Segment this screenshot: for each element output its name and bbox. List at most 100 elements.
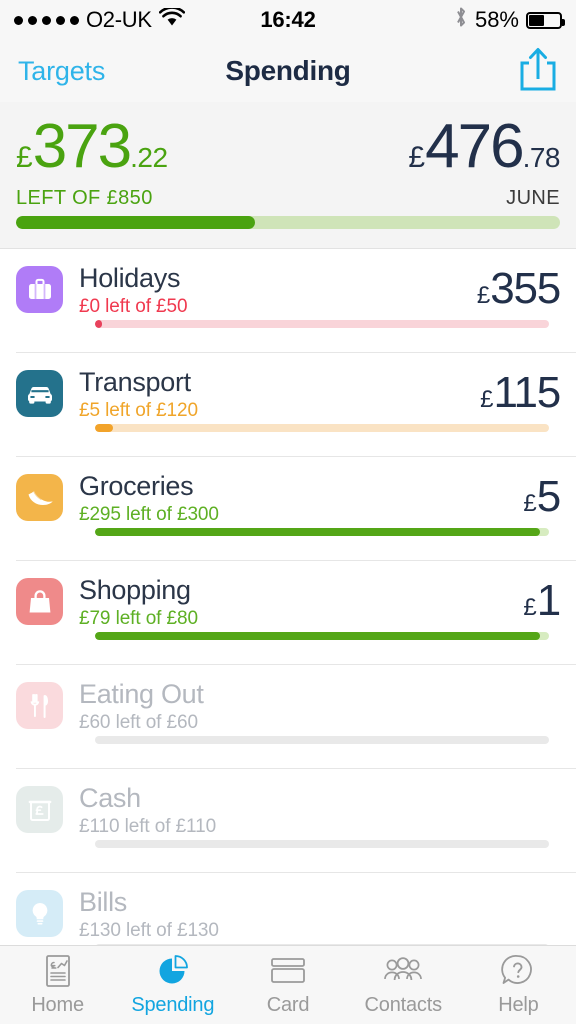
banknote-icon (16, 786, 63, 833)
category-text: Eating Out £60 left of £60 (79, 679, 560, 734)
category-progress-fill (95, 424, 114, 432)
spent-currency: £ (408, 141, 426, 174)
statement-icon (41, 953, 75, 989)
summary-progress-bar (16, 216, 560, 229)
spent-integer: 476 (425, 112, 524, 181)
banana-icon (16, 474, 63, 521)
category-row-top: Groceries £295 left of £300 £5 (16, 457, 561, 526)
category-remaining-label: £0 left of £50 (79, 296, 188, 318)
category-amount: £115 (480, 367, 561, 417)
tab-label: Home (31, 994, 84, 1016)
category-row-top: Cash £110 left of £110 (16, 769, 560, 838)
category-amount-currency: £ (480, 386, 494, 413)
category-remaining-label: £60 left of £60 (79, 712, 198, 734)
category-row[interactable]: Holidays £0 left of £50 £355 (0, 249, 576, 353)
page-title: Spending (225, 55, 351, 86)
question-bubble-icon (500, 953, 536, 989)
tab-label: Spending (131, 994, 215, 1016)
category-row[interactable]: Groceries £295 left of £300 £5 (0, 457, 576, 561)
category-list[interactable]: Holidays £0 left of £50 £355 Transport £5 le… (0, 249, 576, 945)
remaining-currency: £ (16, 141, 33, 174)
category-row-top: Bills £130 left of £130 (16, 873, 560, 942)
category-progress-fill (95, 632, 540, 640)
lightbulb-icon (16, 890, 63, 937)
category-progress-fill (95, 320, 103, 328)
category-name: Groceries (79, 471, 194, 501)
category-text: Cash £110 left of £110 (79, 783, 560, 838)
category-row[interactable]: Eating Out £60 left of £60 (0, 665, 576, 769)
tab-label: Contacts (364, 994, 443, 1016)
month-label: JUNE (506, 187, 560, 209)
suitcase-icon (16, 266, 63, 313)
category-progress-fill (95, 528, 540, 536)
share-icon[interactable] (518, 46, 558, 97)
category-name: Shopping (79, 575, 191, 605)
summary-header: £ 373 .22 LEFT OF £850 £ 476 .78 JUNE (0, 102, 576, 249)
category-name: Bills (79, 887, 128, 917)
category-amount: £5 (523, 471, 561, 521)
tab-home[interactable]: Home (0, 953, 115, 1017)
category-amount: £355 (477, 263, 561, 313)
status-bar: O2-UK 16:42 58% (0, 0, 576, 40)
category-amount-value: 1 (536, 576, 561, 625)
tab-help[interactable]: Help (461, 953, 576, 1017)
category-row[interactable]: Shopping £79 left of £80 £1 (0, 561, 576, 665)
category-progress-bar (95, 320, 549, 328)
clock-label: 16:42 (260, 7, 316, 32)
category-progress-bar (95, 840, 549, 848)
category-amount-value: 5 (536, 472, 561, 521)
category-row-top: Transport £5 left of £120 £115 (16, 353, 561, 422)
category-remaining-label: £110 left of £110 (79, 816, 217, 838)
category-text: Groceries £295 left of £300 (79, 471, 523, 526)
category-text: Shopping £79 left of £80 (79, 575, 523, 630)
people-icon (382, 953, 424, 989)
tab-spending[interactable]: Spending (115, 953, 230, 1017)
category-remaining-label: £5 left of £120 (79, 400, 198, 422)
category-row[interactable]: Cash £110 left of £110 (0, 769, 576, 873)
tab-label: Card (266, 994, 310, 1016)
tab-bar: Home Spending Card Contacts Help (0, 945, 576, 1024)
category-amount-value: 355 (490, 264, 561, 313)
tab-card[interactable]: Card (230, 953, 345, 1017)
remaining-amount: £ 373 .22 (16, 116, 168, 178)
category-progress-bar (95, 944, 549, 945)
pie-chart-icon (156, 953, 190, 989)
category-remaining-label: £130 left of £130 (79, 920, 219, 942)
spent-amount: £ 476 .78 (408, 116, 560, 178)
cutlery-icon (16, 682, 63, 729)
remaining-block: £ 373 .22 LEFT OF £850 (16, 116, 168, 210)
tab-label: Help (498, 994, 539, 1016)
category-amount: £1 (523, 575, 561, 625)
category-name: Cash (79, 783, 141, 813)
category-row-top: Eating Out £60 left of £60 (16, 665, 560, 734)
category-remaining-label: £295 left of £300 (79, 504, 219, 526)
remaining-label: LEFT OF £850 (16, 187, 153, 209)
category-row-top: Shopping £79 left of £80 £1 (16, 561, 561, 630)
category-progress-bar (95, 736, 549, 744)
category-name: Eating Out (79, 679, 204, 709)
category-name: Transport (79, 367, 191, 397)
spent-decimal: .78 (522, 142, 561, 173)
car-icon (16, 370, 63, 417)
category-progress-bar (95, 528, 549, 536)
nav-bar: Targets Spending (0, 40, 576, 102)
spent-block: £ 476 .78 JUNE (408, 116, 560, 210)
category-remaining-label: £79 left of £80 (79, 608, 198, 630)
category-row[interactable]: Transport £5 left of £120 £115 (0, 353, 576, 457)
category-name: Holidays (79, 263, 181, 293)
category-amount-currency: £ (523, 594, 537, 621)
category-row[interactable]: Bills £130 left of £130 (0, 873, 576, 945)
category-amount-value: 115 (493, 368, 561, 417)
category-amount-currency: £ (523, 490, 537, 517)
shopping-bag-icon (16, 578, 63, 625)
credit-card-icon (269, 953, 307, 989)
category-text: Bills £130 left of £130 (79, 887, 560, 942)
remaining-integer: 373 (32, 112, 132, 181)
category-row-top: Holidays £0 left of £50 £355 (16, 249, 561, 318)
spending-screen: O2-UK 16:42 58% Targets Spending £ 373 .… (0, 0, 576, 1024)
category-text: Holidays £0 left of £50 (79, 263, 477, 318)
tab-contacts[interactable]: Contacts (346, 953, 461, 1017)
remaining-decimal: .22 (130, 142, 168, 173)
battery-icon (526, 11, 565, 29)
summary-amounts-row: £ 373 .22 LEFT OF £850 £ 476 .78 JUNE (16, 116, 561, 210)
